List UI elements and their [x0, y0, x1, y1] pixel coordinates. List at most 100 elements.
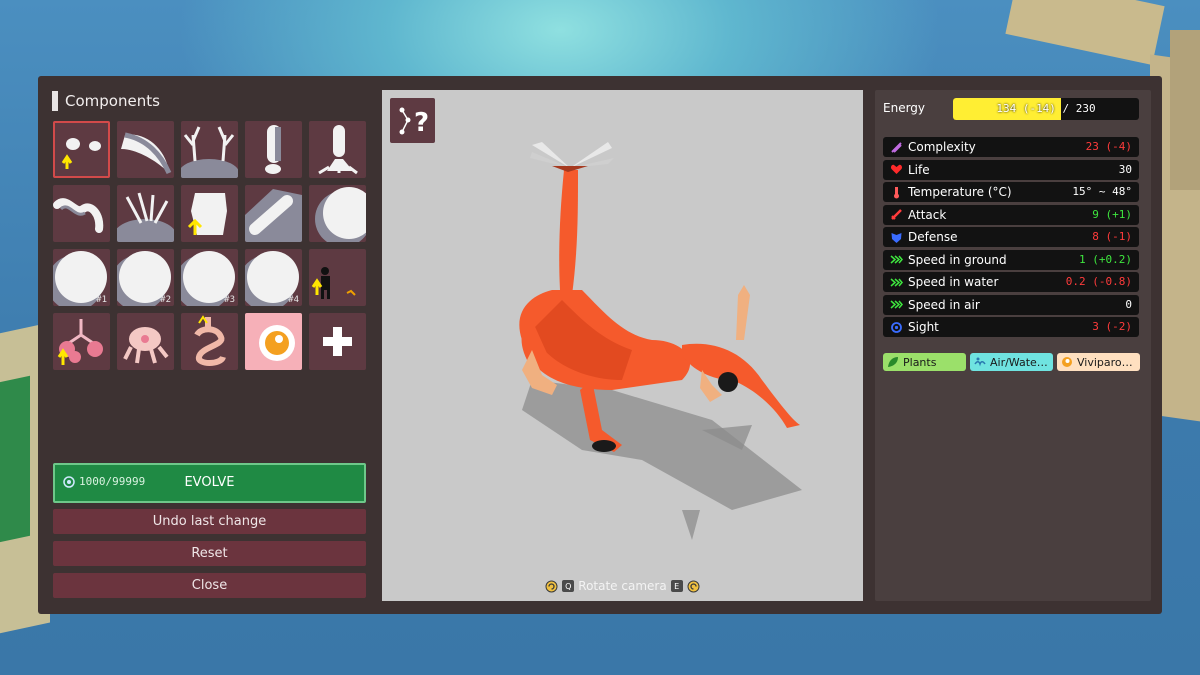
components-title: Components [65, 92, 160, 110]
component-tentacle[interactable] [53, 185, 110, 242]
component-shell[interactable] [309, 185, 366, 242]
stats-list: Complexity 23 (-4) Life 30 Temperature (… [883, 137, 1139, 340]
stat-speed-air: Speed in air 0 [883, 294, 1139, 315]
stat-value: 23 (-4) [1085, 140, 1132, 153]
component-embryo[interactable] [245, 313, 302, 370]
heart-icon [889, 163, 903, 177]
stat-label: Speed in ground [908, 252, 1007, 267]
creature-viewport[interactable]: ? Q Rotate camera E [382, 90, 863, 601]
stat-value: 0.2 (-0.8) [1065, 275, 1132, 288]
island-terrain [1170, 30, 1200, 190]
component-shell-variant-2[interactable]: #2 [117, 249, 174, 306]
stat-label: Speed in air [908, 297, 980, 312]
energy-value: 134 (-14) / 230 [996, 102, 1096, 115]
component-shell-variant-3[interactable]: #3 [181, 249, 238, 306]
help-button[interactable]: ? [390, 98, 435, 143]
components-header: Components [52, 91, 160, 111]
stat-value: 1 (+0.2) [1079, 252, 1132, 266]
variant-number: #4 [288, 295, 299, 305]
creature-model [519, 142, 802, 540]
undo-button[interactable]: Undo last change [53, 509, 366, 534]
component-digestive[interactable] [181, 313, 238, 370]
stat-label: Life [908, 162, 930, 177]
stat-label: Temperature (°C) [908, 185, 1012, 199]
evolve-button[interactable]: 1000/99999 EVOLVE [53, 463, 366, 503]
complexity-icon [889, 140, 903, 154]
stat-complexity: Complexity 23 (-4) [883, 137, 1139, 157]
forest-terrain [0, 375, 30, 545]
variant-number: #1 [96, 295, 107, 305]
stat-value: 3 (-2) [1092, 320, 1132, 333]
stat-value: 9 (+1) [1092, 207, 1132, 221]
component-antlers[interactable] [181, 121, 238, 178]
creature-editor-dialog: Components #1 #2 #3 #4 1000/99999 EVOLVE… [38, 76, 1162, 614]
component-clawed-leg[interactable] [309, 121, 366, 178]
component-lungs[interactable] [53, 313, 110, 370]
stat-defense: Defense 8 (-1) [883, 227, 1139, 247]
shield-icon [889, 230, 903, 244]
thermometer-icon [889, 185, 903, 199]
stat-value: 8 (-1) [1092, 230, 1132, 243]
tag-label: Viviparo… [1077, 355, 1133, 369]
trait-tags: Plants Air/Wate… Viviparo… [883, 353, 1140, 371]
stat-temperature: Temperature (°C) 15° ~ 48° [883, 182, 1139, 202]
stat-label: Speed in water [908, 275, 999, 289]
tag-label: Air/Wate… [990, 355, 1048, 369]
energy-bar: 134 (-14) / 230 [953, 98, 1139, 120]
variant-number: #3 [224, 295, 235, 305]
speed-ground-icon [889, 253, 903, 267]
reset-button[interactable]: Reset [53, 541, 366, 566]
component-tail[interactable] [117, 121, 174, 178]
rotate-left-icon [545, 580, 558, 592]
island-terrain [1005, 0, 1165, 65]
component-brain[interactable] [117, 313, 174, 370]
stat-value: 0 [1125, 297, 1132, 311]
stat-life: Life 30 [883, 159, 1139, 180]
evolve-label: EVOLVE [184, 475, 235, 490]
stat-label: Attack [908, 207, 947, 222]
egg-icon [1062, 357, 1072, 367]
stat-value: 30 [1118, 162, 1132, 176]
close-button[interactable]: Close [53, 573, 366, 598]
tag-habitat[interactable]: Air/Wate… [970, 353, 1053, 371]
rotate-camera-hint: Q Rotate camera E [382, 579, 863, 593]
stat-speed-water: Speed in water 0.2 (-0.8) [883, 272, 1139, 292]
component-leg[interactable] [245, 121, 302, 178]
component-add[interactable] [309, 313, 366, 370]
eye-icon [889, 320, 903, 334]
component-bone[interactable] [245, 185, 302, 242]
components-grid: #1 #2 #3 #4 [53, 121, 366, 370]
leaf-icon [888, 357, 898, 367]
key-q: Q [562, 580, 575, 592]
component-shell-variant-1[interactable]: #1 [53, 249, 110, 306]
stat-value: 15° ~ 48° [1072, 185, 1132, 198]
component-claws[interactable] [117, 185, 174, 242]
component-eyes[interactable] [53, 121, 110, 178]
rotate-camera-label: Rotate camera [578, 579, 667, 593]
key-e: E [670, 580, 683, 592]
speed-water-icon [889, 275, 903, 289]
energy-row: Energy 134 (-14) / 230 [883, 98, 1139, 120]
speed-air-icon [889, 298, 903, 312]
water-icon [974, 357, 986, 367]
tag-diet[interactable]: Plants [883, 353, 966, 371]
stat-label: Sight [908, 320, 939, 334]
components-panel: Components #1 #2 #3 #4 1000/99999 EVOLVE… [38, 76, 382, 614]
svg-text:?: ? [414, 108, 429, 138]
stat-sight: Sight 3 (-2) [883, 317, 1139, 337]
component-shell-variant-4[interactable]: #4 [245, 249, 302, 306]
sword-icon [889, 208, 903, 222]
stat-label: Complexity [908, 140, 976, 154]
stat-speed-ground: Speed in ground 1 (+0.2) [883, 249, 1139, 270]
tag-reproduction[interactable]: Viviparo… [1057, 353, 1140, 371]
variant-number: #2 [160, 295, 171, 305]
help-question-icon: ? [399, 107, 429, 138]
rotate-right-icon [687, 580, 700, 592]
component-skin[interactable] [181, 185, 238, 242]
tag-label: Plants [903, 355, 937, 369]
component-body-size[interactable] [309, 249, 366, 306]
stats-panel: Energy 134 (-14) / 230 Complexity 23 (-4… [875, 90, 1151, 601]
stat-attack: Attack 9 (+1) [883, 204, 1139, 225]
title-accent-bar [52, 91, 58, 111]
stat-label: Defense [908, 230, 958, 244]
